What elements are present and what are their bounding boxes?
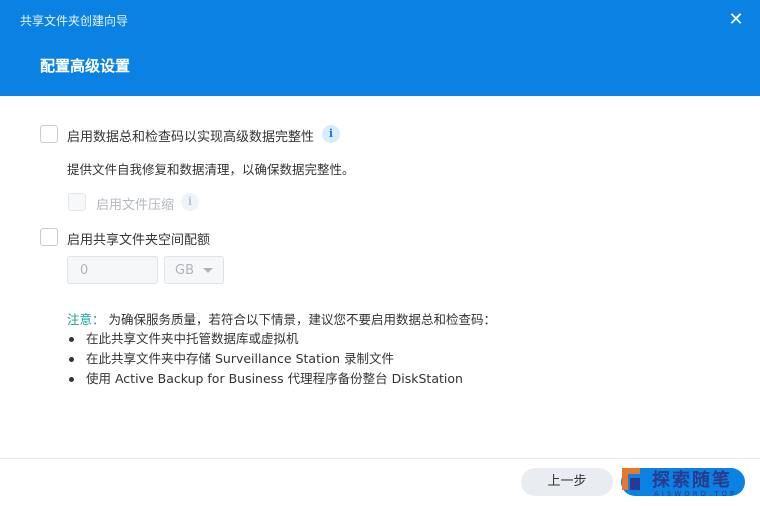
- footer-divider: [0, 458, 760, 459]
- checksum-info-icon[interactable]: i: [322, 125, 340, 143]
- previous-button[interactable]: 上一步: [521, 468, 613, 496]
- compression-info-icon[interactable]: i: [181, 193, 199, 211]
- checksum-label[interactable]: 启用数据总和检查码以实现高级数据完整性: [67, 126, 314, 145]
- compression-label: 启用文件压缩: [96, 198, 175, 213]
- list-item: 在此共享文件夹中托管数据库或虚拟机: [67, 329, 463, 349]
- watermark: 探索随笔 AISWORD.TOP: [618, 462, 758, 504]
- chevron-down-icon: [203, 268, 213, 273]
- watermark-subtext: AISWORD.TOP: [654, 490, 738, 498]
- close-button[interactable]: ✕: [726, 10, 746, 30]
- quota-unit-select[interactable]: GB: [164, 256, 224, 284]
- checksum-checkbox[interactable]: [40, 125, 58, 143]
- list-item: 使用 Active Backup for Business 代理程序备份整台 D…: [67, 369, 463, 389]
- watermark-logo-icon: [622, 468, 640, 490]
- wizard-header: 共享文件夹创建向导 ✕ 配置高级设置: [0, 0, 760, 96]
- quota-unit-value: GB: [175, 263, 194, 278]
- note-list: 在此共享文件夹中托管数据库或虚拟机 在此共享文件夹中存储 Surveillanc…: [67, 329, 463, 389]
- quota-checkbox[interactable]: [40, 228, 58, 246]
- watermark-text: 探索随笔: [652, 470, 732, 491]
- note-prefix: 注意：: [67, 312, 105, 327]
- checksum-description: 提供文件自我修复和数据清理，以确保数据完整性。: [67, 162, 355, 177]
- quota-label[interactable]: 启用共享文件夹空间配额: [67, 229, 210, 248]
- compression-checkbox[interactable]: [68, 193, 86, 211]
- list-item: 在此共享文件夹中存储 Surveillance Station 录制文件: [67, 349, 463, 369]
- step-title: 配置高级设置: [40, 57, 131, 75]
- window-title: 共享文件夹创建向导: [20, 14, 129, 28]
- note-text: 注意： 为确保服务质量，若符合以下情景，建议您不要启用数据总和检查码：: [67, 309, 496, 328]
- quota-size-input[interactable]: 0: [67, 256, 158, 284]
- note-body: 为确保服务质量，若符合以下情景，建议您不要启用数据总和检查码：: [108, 312, 497, 327]
- close-icon: ✕: [728, 9, 744, 30]
